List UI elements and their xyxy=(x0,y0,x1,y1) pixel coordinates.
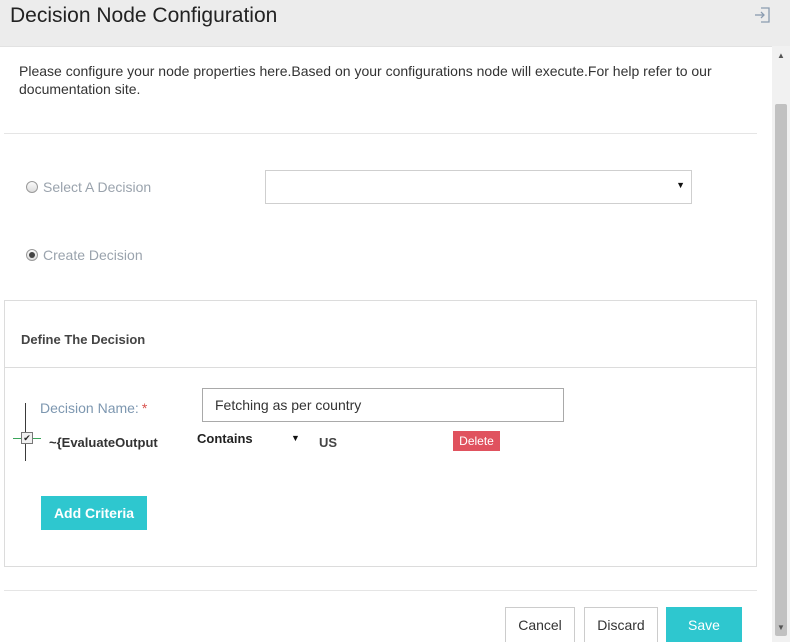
vertical-scrollbar[interactable]: ▲ ▼ xyxy=(772,46,790,642)
cancel-button[interactable]: Cancel xyxy=(505,607,575,642)
caret-down-icon: ▼ xyxy=(291,433,300,443)
define-decision-panel: Define The Decision Decision Name:* ✔ ~{… xyxy=(4,300,757,567)
create-decision-option[interactable]: Create Decision xyxy=(26,247,143,263)
intro-text: Please configure your node properties he… xyxy=(19,63,712,97)
panel-header: Define The Decision xyxy=(5,301,756,368)
create-decision-label: Create Decision xyxy=(43,247,143,263)
select-decision-option[interactable]: Select A Decision xyxy=(26,179,151,195)
discard-button[interactable]: Discard xyxy=(584,607,658,642)
decision-name-label-text: Decision Name: xyxy=(40,400,139,416)
decision-select[interactable]: ▼ xyxy=(265,170,692,204)
criteria-checkbox[interactable]: ✔ xyxy=(21,432,33,444)
scroll-thumb[interactable] xyxy=(775,104,787,636)
dialog-title: Decision Node Configuration xyxy=(10,4,278,27)
divider xyxy=(4,133,757,134)
footer-divider xyxy=(4,590,757,591)
criteria-variable: ~{EvaluateOutput xyxy=(49,435,158,450)
delete-criteria-button[interactable]: Delete xyxy=(453,431,500,451)
panel-title: Define The Decision xyxy=(21,332,146,347)
decision-name-input[interactable] xyxy=(202,388,564,422)
caret-down-icon: ▼ xyxy=(676,180,685,190)
check-icon: ✔ xyxy=(23,433,31,443)
required-marker: * xyxy=(141,400,148,416)
add-criteria-button[interactable]: Add Criteria xyxy=(41,496,147,530)
sign-out-icon[interactable] xyxy=(754,6,772,24)
select-decision-label: Select A Decision xyxy=(43,179,152,195)
criteria-operator-select[interactable]: Contains ▼ xyxy=(197,431,305,451)
select-decision-radio[interactable] xyxy=(26,181,38,193)
create-decision-radio[interactable] xyxy=(26,249,38,261)
save-button[interactable]: Save xyxy=(666,607,742,642)
scroll-down-icon[interactable]: ▼ xyxy=(772,620,790,636)
criteria-operator-value: Contains xyxy=(197,431,253,446)
decision-node-dialog: Decision Node Configuration ▲ ▼ Please c… xyxy=(0,0,790,642)
decision-name-label: Decision Name: * xyxy=(40,400,147,416)
scroll-up-icon[interactable]: ▲ xyxy=(772,48,790,64)
criteria-value: US xyxy=(319,435,338,450)
dialog-header: Decision Node Configuration xyxy=(0,0,790,47)
